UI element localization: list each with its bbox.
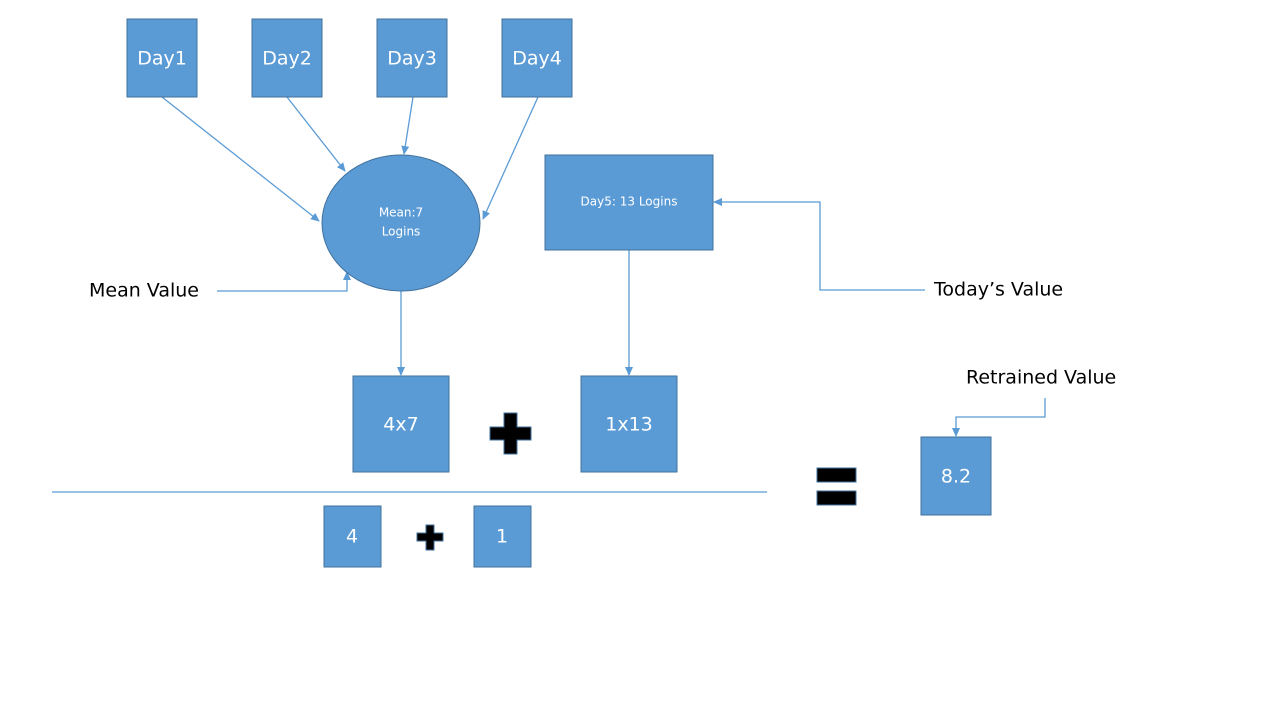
day-box-1: Day1 bbox=[126, 18, 198, 98]
arrow-mean-value-label bbox=[217, 271, 351, 292]
arrow-day4-to-mean bbox=[482, 96, 539, 220]
equals-icon bbox=[816, 467, 857, 506]
plus-icon bbox=[416, 524, 444, 551]
mean-value-label: Mean Value bbox=[89, 280, 199, 302]
denominator-left-box: 4 bbox=[323, 505, 382, 568]
denominator-right-text: 1 bbox=[496, 526, 508, 548]
denominator-left-text: 4 bbox=[346, 526, 358, 548]
mean-ellipse: Mean:7 Logins bbox=[321, 154, 481, 292]
day-label: Day3 bbox=[387, 48, 437, 70]
day-label: Day1 bbox=[137, 48, 187, 70]
numerator-right-box: 1x13 bbox=[580, 375, 678, 473]
day-box-2: Day2 bbox=[251, 18, 323, 98]
day-box-4: Day4 bbox=[501, 18, 573, 98]
arrow-day3-to-mean bbox=[401, 96, 414, 155]
denominator-right-box: 1 bbox=[473, 505, 532, 568]
today-text: Day5: 13 Logins bbox=[581, 195, 678, 209]
day-box-3: Day3 bbox=[376, 18, 448, 98]
result-text: 8.2 bbox=[941, 466, 971, 488]
numerator-left-box: 4x7 bbox=[352, 375, 450, 473]
result-box: 8.2 bbox=[920, 436, 992, 516]
numerator-left-text: 4x7 bbox=[383, 414, 418, 436]
arrow-day2-to-mean bbox=[286, 96, 346, 172]
numerator-right-text: 1x13 bbox=[605, 414, 653, 436]
diagram-canvas: Day1 Day2 Day3 Day4 Mean:7 Logins Day5: … bbox=[52, 18, 1116, 568]
mean-text: Mean:7 bbox=[379, 206, 423, 220]
arrow-todays-value-label bbox=[713, 198, 925, 291]
mean-unit: Logins bbox=[382, 225, 421, 239]
todays-value-label: Today’s Value bbox=[933, 279, 1063, 301]
retrained-value-label: Retrained Value bbox=[966, 367, 1116, 389]
day-label: Day4 bbox=[512, 48, 562, 70]
plus-icon bbox=[489, 412, 532, 455]
arrow-day1-to-mean bbox=[161, 96, 320, 222]
day-label: Day2 bbox=[262, 48, 312, 70]
arrow-retrained-value-label bbox=[952, 398, 1046, 437]
today-box: Day5: 13 Logins bbox=[544, 154, 714, 251]
